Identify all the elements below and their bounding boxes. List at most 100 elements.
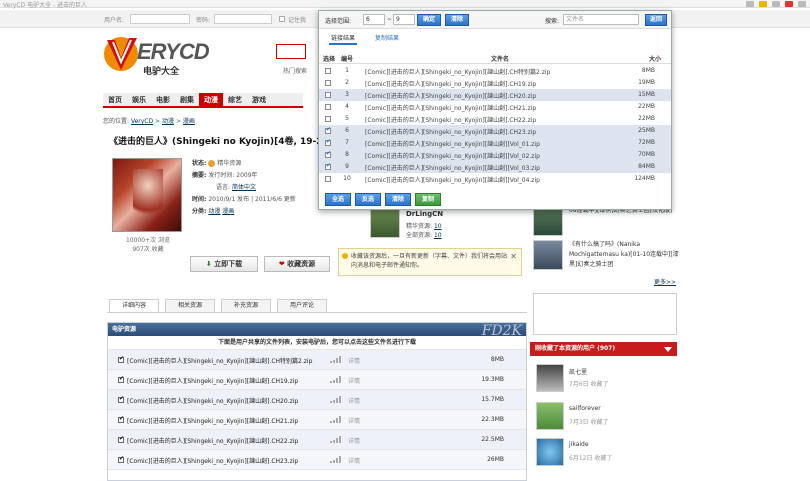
filename-search-input[interactable]: 文件名 — [563, 14, 639, 25]
remember-checkbox[interactable] — [279, 16, 285, 22]
site-search-box[interactable] — [276, 44, 306, 59]
clear-selection-button[interactable]: 清除 — [385, 193, 411, 206]
avatar[interactable] — [536, 364, 564, 392]
password-input[interactable] — [214, 14, 272, 24]
related-thumbnail[interactable] — [533, 240, 563, 270]
file-name-link[interactable]: [Comic][进击的巨人][Shingeki_no_Kyojin][諫山創].… — [127, 356, 312, 365]
nav-item[interactable]: 首页 — [103, 93, 127, 106]
tool-icon[interactable] — [772, 1, 780, 7]
close-icon[interactable]: ✕ — [510, 252, 517, 261]
table-row[interactable]: 8 [Comic][进击的巨人][Shingeki_no_Kyojin][諫山創]… — [319, 149, 671, 161]
more-link[interactable]: 更多>> — [654, 277, 676, 286]
copy-button[interactable]: 复制 — [415, 193, 441, 206]
uploader-name[interactable]: DrLingCN — [406, 210, 443, 218]
detail-link[interactable]: 详情 — [348, 396, 360, 405]
download-button[interactable]: ⬇ 立即下载 — [190, 256, 258, 272]
category-link[interactable]: 漫画 — [222, 208, 234, 215]
tab-copy-results[interactable]: 复制结果 — [375, 33, 399, 45]
user-entry[interactable]: sailforever 7月3日 收藏了 — [536, 402, 676, 434]
confirm-button[interactable]: 确定 — [417, 14, 441, 26]
tab-link-results[interactable]: 链接结果 — [329, 33, 358, 45]
detail-link[interactable]: 详情 — [348, 456, 360, 465]
related-title[interactable]: 《有什么搞了吗》(Nanika Mochigattemasu ka)[01-10… — [569, 240, 679, 270]
table-row[interactable]: 9 [Comic][进击的巨人][Shingeki_no_Kyojin][諫山創]… — [319, 161, 671, 173]
file-checkbox[interactable] — [118, 375, 124, 383]
extension-icon[interactable] — [746, 1, 754, 7]
invert-selection-button[interactable]: 反选 — [355, 193, 381, 206]
table-row[interactable]: 1 [Comic][进击的巨人][Shingeki_no_Kyojin][諫山創]… — [319, 65, 671, 77]
table-row[interactable]: 2 [Comic][进击的巨人][Shingeki_no_Kyojin][諫山創]… — [319, 77, 671, 89]
user-entry[interactable]: 凯七里 7月6日 收藏了 — [536, 364, 676, 396]
row-checkbox[interactable] — [325, 176, 331, 182]
file-name-link[interactable]: [Comic][进击的巨人][Shingeki_no_Kyojin][諫山創].… — [127, 376, 298, 385]
table-row[interactable]: 10 [Comic][进击的巨人][Shingeki_no_Kyojin][諫山創… — [319, 173, 671, 185]
row-checkbox[interactable] — [325, 138, 331, 146]
favorite-button[interactable]: ❤ 收藏资源 — [264, 256, 330, 272]
row-checkbox[interactable] — [325, 150, 331, 158]
addon-icon[interactable] — [785, 1, 793, 7]
elite-count[interactable]: 10 — [434, 223, 442, 230]
file-checkbox[interactable] — [118, 355, 124, 363]
table-row[interactable]: 6 [Comic][进击的巨人][Shingeki_no_Kyojin][諫山創]… — [319, 125, 671, 137]
all-count[interactable]: 10 — [434, 232, 442, 239]
table-row[interactable]: 5 [Comic][进击的巨人][Shingeki_no_Kyojin][諫山創]… — [319, 113, 671, 125]
clear-range-button[interactable]: 清除 — [445, 14, 469, 26]
uploader-avatar[interactable] — [370, 208, 400, 238]
breadcrumb-item[interactable]: 动漫 — [162, 118, 174, 125]
table-row[interactable]: 4 [Comic][进击的巨人][Shingeki_no_Kyojin][諫山創]… — [319, 101, 671, 113]
user-entry[interactable]: jikaide 6月12日 收藏了 — [536, 438, 676, 470]
file-checkbox[interactable] — [118, 395, 124, 403]
category-link[interactable]: 动漫 — [208, 208, 220, 215]
tab-comments[interactable]: 用户评论 — [277, 299, 327, 312]
range-to-input[interactable]: 9 — [393, 14, 415, 25]
nav-item[interactable]: 动漫 — [199, 93, 223, 106]
cover-image[interactable] — [112, 158, 182, 232]
table-row[interactable]: 7 [Comic][进击的巨人][Shingeki_no_Kyojin][諫山創]… — [319, 137, 671, 149]
detail-link[interactable]: 详情 — [348, 356, 360, 365]
row-checkbox[interactable] — [325, 80, 331, 86]
favorited-users-header[interactable]: 刚收藏了本资源的用户 (907) — [530, 342, 677, 356]
tab-related[interactable]: 相关资源 — [165, 299, 215, 312]
lang-value[interactable]: 简体中文 — [232, 184, 256, 191]
back-button[interactable]: 返回 — [645, 14, 667, 26]
user-name[interactable]: jikaide — [569, 441, 589, 448]
nav-item[interactable]: 电影 — [151, 93, 175, 106]
row-checkbox[interactable] — [325, 68, 331, 74]
row-checkbox[interactable] — [325, 104, 331, 110]
file-name-link[interactable]: [Comic][进击的巨人][Shingeki_no_Kyojin][諫山創].… — [127, 396, 298, 405]
breadcrumb-item[interactable]: VeryCD — [131, 118, 153, 125]
file-name-link[interactable]: [Comic][进击的巨人][Shingeki_no_Kyojin][諫山創].… — [127, 436, 298, 445]
tab-details[interactable]: 详细内容 — [109, 299, 159, 312]
select-all-button[interactable]: 全选 — [325, 193, 351, 206]
range-from-input[interactable]: 6 — [363, 14, 385, 25]
nav-item[interactable]: 综艺 — [223, 93, 247, 106]
file-checkbox[interactable] — [118, 415, 124, 423]
nav-item[interactable]: 游戏 — [247, 93, 271, 106]
detail-link[interactable]: 详情 — [348, 416, 360, 425]
row-checkbox[interactable] — [325, 162, 331, 170]
tab-supplement[interactable]: 补充资源 — [221, 299, 271, 312]
row-checkbox[interactable] — [325, 116, 331, 122]
row-checkbox[interactable] — [325, 126, 331, 134]
star-icon[interactable] — [759, 1, 767, 7]
sidebar-related-item[interactable]: 08连载中][漆黑]幻奏之骑士团[汉化版] — [533, 206, 678, 242]
detail-link[interactable]: 详情 — [348, 436, 360, 445]
avatar[interactable] — [536, 438, 564, 466]
user-name[interactable]: sailforever — [569, 405, 601, 412]
file-checkbox[interactable] — [118, 455, 124, 463]
sidebar-related-item[interactable]: 《有什么搞了吗》(Nanika Mochigattemasu ka)[01-10… — [533, 240, 679, 276]
breadcrumb-item[interactable]: 漫画 — [183, 118, 195, 125]
menu-icon[interactable] — [798, 1, 806, 7]
site-logo[interactable]: ERYCD 电驴大全 — [103, 34, 233, 80]
user-name[interactable]: 凯七里 — [569, 367, 587, 376]
detail-link[interactable]: 详情 — [348, 376, 360, 385]
row-checkbox[interactable] — [325, 92, 331, 98]
file-name-link[interactable]: [Comic][进击的巨人][Shingeki_no_Kyojin][諫山創].… — [127, 416, 298, 425]
username-input[interactable] — [130, 14, 190, 24]
file-checkbox[interactable] — [118, 435, 124, 443]
table-row[interactable]: 3 [Comic][进击的巨人][Shingeki_no_Kyojin][諫山創]… — [319, 89, 671, 101]
nav-item[interactable]: 娱乐 — [127, 93, 151, 106]
file-name-link[interactable]: [Comic][进击的巨人][Shingeki_no_Kyojin][諫山創].… — [127, 456, 298, 465]
nav-item[interactable]: 剧集 — [175, 93, 199, 106]
related-thumbnail[interactable] — [533, 206, 563, 236]
